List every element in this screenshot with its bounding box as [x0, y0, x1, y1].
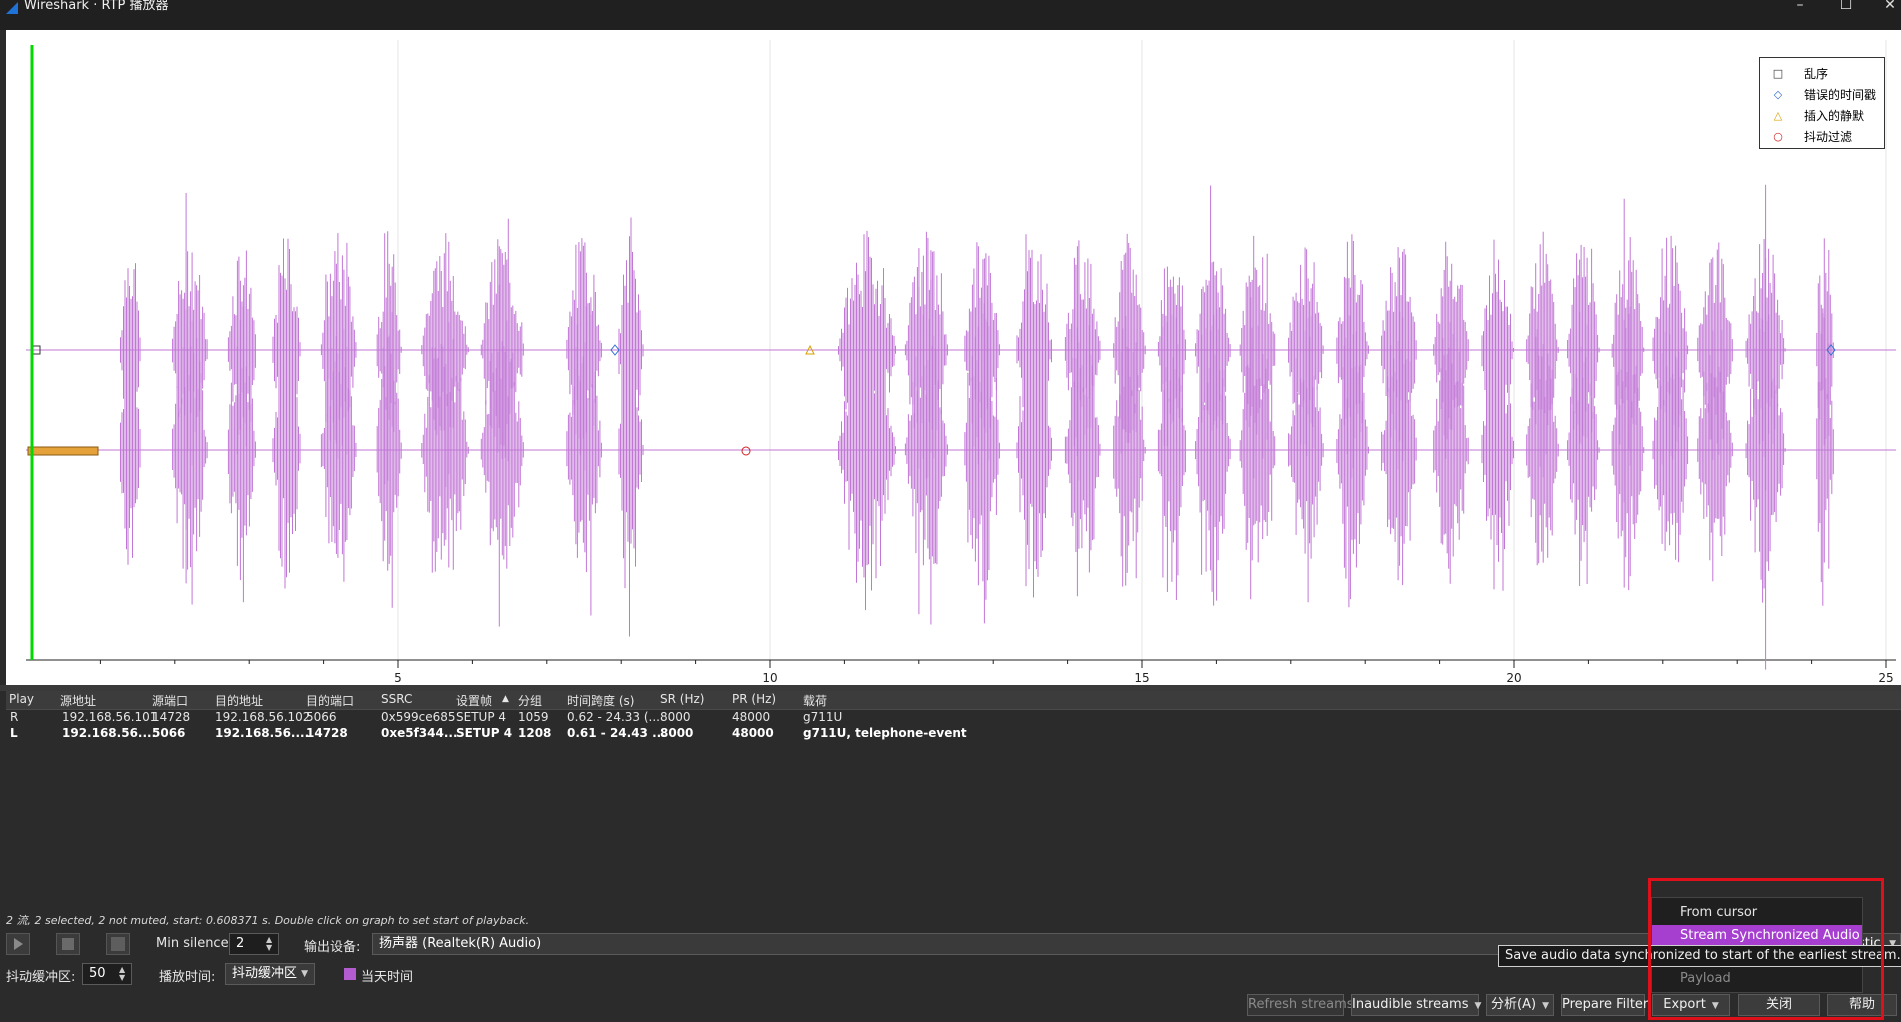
spin-arrows-icon[interactable]: ▲ ▼	[119, 966, 129, 982]
pause-button[interactable]	[56, 933, 80, 955]
column-header-dst-port[interactable]: 目的端口	[306, 692, 354, 709]
x-tick-label: 10	[762, 671, 777, 685]
stop-icon	[111, 937, 125, 951]
minimize-icon[interactable]: –	[1780, 0, 1820, 12]
min-silence-label: Min silence:	[156, 936, 233, 951]
jitter-drop-cluster	[27, 446, 99, 456]
current-time-checkbox[interactable]	[344, 968, 356, 980]
maximize-icon[interactable]: ☐	[1826, 0, 1866, 12]
column-header-packets[interactable]: 分组	[518, 692, 542, 709]
column-header-setup-frame[interactable]: 设置帧	[456, 692, 492, 709]
cell-sr: 8000	[660, 710, 691, 724]
diamond-icon: ◇	[1773, 88, 1783, 101]
waveform-svg[interactable]: 5 10 15 20 25	[6, 30, 1901, 685]
cell-packets: 1208	[518, 726, 552, 740]
cell-dst-port: 14728	[306, 726, 348, 740]
x-tick-label: 20	[1506, 671, 1521, 685]
cell-time-span: 0.62 - 24.33 (...	[567, 710, 660, 724]
x-tick-label: 25	[1878, 671, 1893, 685]
triangle-icon: △	[1773, 109, 1783, 122]
cell-setup-frame: SETUP 4	[456, 710, 506, 724]
stream-table[interactable]: Play 源地址 源端口 目的地址 目的端口 SSRC 设置帧 ▲ 分组 时间跨…	[6, 691, 1901, 909]
cell-packets: 1059	[518, 710, 549, 724]
play-button[interactable]	[6, 933, 30, 955]
column-header-play[interactable]: Play	[9, 692, 34, 706]
prepare-filter-button[interactable]: Prepare Filter	[1561, 994, 1648, 1016]
chevron-down-icon: ▼	[1542, 1001, 1549, 1011]
column-header-time-span[interactable]: 时间跨度 (s)	[567, 692, 634, 709]
annotation-highlight-box	[1648, 878, 1884, 1020]
title-bar: Wireshark · RTP 播放器 – ☐ ✕	[0, 0, 1901, 30]
cell-dst-addr: 192.168.56.102	[215, 710, 311, 724]
spin-arrows-icon[interactable]: ▲ ▼	[266, 936, 276, 952]
output-device-label: 输出设备:	[304, 940, 361, 955]
column-header-src-addr[interactable]: 源地址	[60, 692, 96, 709]
cell-time-span: 0.61 - 24.43 ...	[567, 726, 666, 740]
cell-src-addr: 192.168.56....	[62, 726, 157, 740]
column-header-pr[interactable]: PR (Hz)	[732, 692, 776, 706]
waveform-plot[interactable]: 5 10 15 20 25 □ 乱序 ◇ 错误的时间戳 △ 插入的静默 ○ 抖动过滤	[6, 30, 1901, 685]
output-device-value: 扬声器 (Realtek(R) Audio)	[379, 936, 542, 951]
jitter-drop-marker	[741, 446, 751, 456]
table-row[interactable]: L 192.168.56.... 5066 192.168.56.... 147…	[6, 726, 1901, 742]
jitter-buffer-spinbox[interactable]: 50 ▲ ▼	[82, 963, 132, 985]
cell-payload: g711U	[803, 710, 843, 724]
table-row[interactable]: R 192.168.56.101 14728 192.168.56.102 50…	[6, 710, 1901, 726]
cell-play: L	[10, 726, 18, 740]
circle-icon: ○	[1773, 130, 1783, 143]
column-header-dst-addr[interactable]: 目的地址	[215, 692, 263, 709]
cell-ssrc: 0x599ce685	[381, 710, 456, 724]
refresh-streams-button[interactable]: Refresh streams	[1247, 994, 1354, 1016]
playback-time-label: 播放时间:	[159, 970, 216, 985]
chevron-down-icon: ▼	[1474, 1001, 1482, 1011]
cell-src-addr: 192.168.56.101	[62, 710, 158, 724]
output-device-combo[interactable]: 扬声器 (Realtek(R) Audio)	[372, 933, 1662, 955]
jitter-buffer-label: 抖动缓冲区:	[6, 970, 76, 985]
square-icon: □	[1772, 67, 1784, 80]
pause-icon	[62, 938, 74, 950]
current-time-label: 当天时间	[361, 970, 414, 985]
cell-payload: g711U, telephone-event	[803, 726, 967, 740]
cell-src-port: 5066	[152, 726, 186, 740]
cell-pr: 48000	[732, 726, 774, 740]
min-silence-spinbox[interactable]: 2 ▲ ▼	[229, 933, 279, 955]
window-title: Wireshark · RTP 播放器	[24, 0, 169, 13]
cell-sr: 8000	[660, 726, 694, 740]
jitter-buffer-value: 50	[89, 966, 106, 981]
table-header: Play 源地址 源端口 目的地址 目的端口 SSRC 设置帧 ▲ 分组 时间跨…	[6, 691, 1901, 710]
playback-time-combo[interactable]: 抖动缓冲区 ▼	[225, 963, 315, 985]
analyze-button[interactable]: 分析(A) ▼	[1486, 994, 1554, 1016]
cell-dst-addr: 192.168.56....	[215, 726, 310, 740]
column-header-src-port[interactable]: 源端口	[152, 692, 188, 709]
analyze-label: 分析(A)	[1491, 997, 1537, 1012]
column-header-ssrc[interactable]: SSRC	[381, 692, 412, 706]
chevron-down-icon: ▼	[301, 969, 308, 979]
cell-src-port: 14728	[152, 710, 191, 724]
sort-ascending-icon: ▲	[502, 694, 509, 704]
cell-pr: 48000	[732, 710, 771, 724]
x-tick-label: 15	[1134, 671, 1149, 685]
stop-button[interactable]	[106, 933, 130, 955]
close-icon[interactable]: ✕	[1870, 0, 1901, 12]
inaudible-streams-label: Inaudible streams	[1352, 997, 1469, 1012]
plot-legend: □ 乱序 ◇ 错误的时间戳 △ 插入的静默 ○ 抖动过滤	[1759, 57, 1885, 149]
column-header-sr[interactable]: SR (Hz)	[660, 692, 704, 706]
inaudible-streams-button[interactable]: Inaudible streams ▼	[1351, 994, 1482, 1016]
column-header-payload[interactable]: 载荷	[803, 692, 827, 709]
x-tick-label: 5	[394, 671, 402, 685]
status-text: 2 流, 2 selected, 2 not muted, start: 0.6…	[6, 914, 530, 927]
wireshark-logo-icon	[6, 2, 18, 14]
playback-time-value: 抖动缓冲区	[232, 966, 298, 981]
cell-dst-port: 5066	[306, 710, 337, 724]
cell-ssrc: 0xe5f344...	[381, 726, 458, 740]
cell-setup-frame: SETUP 4	[456, 726, 513, 740]
play-icon	[14, 938, 23, 950]
cell-play: R	[10, 710, 19, 724]
min-silence-value: 2	[236, 936, 245, 951]
